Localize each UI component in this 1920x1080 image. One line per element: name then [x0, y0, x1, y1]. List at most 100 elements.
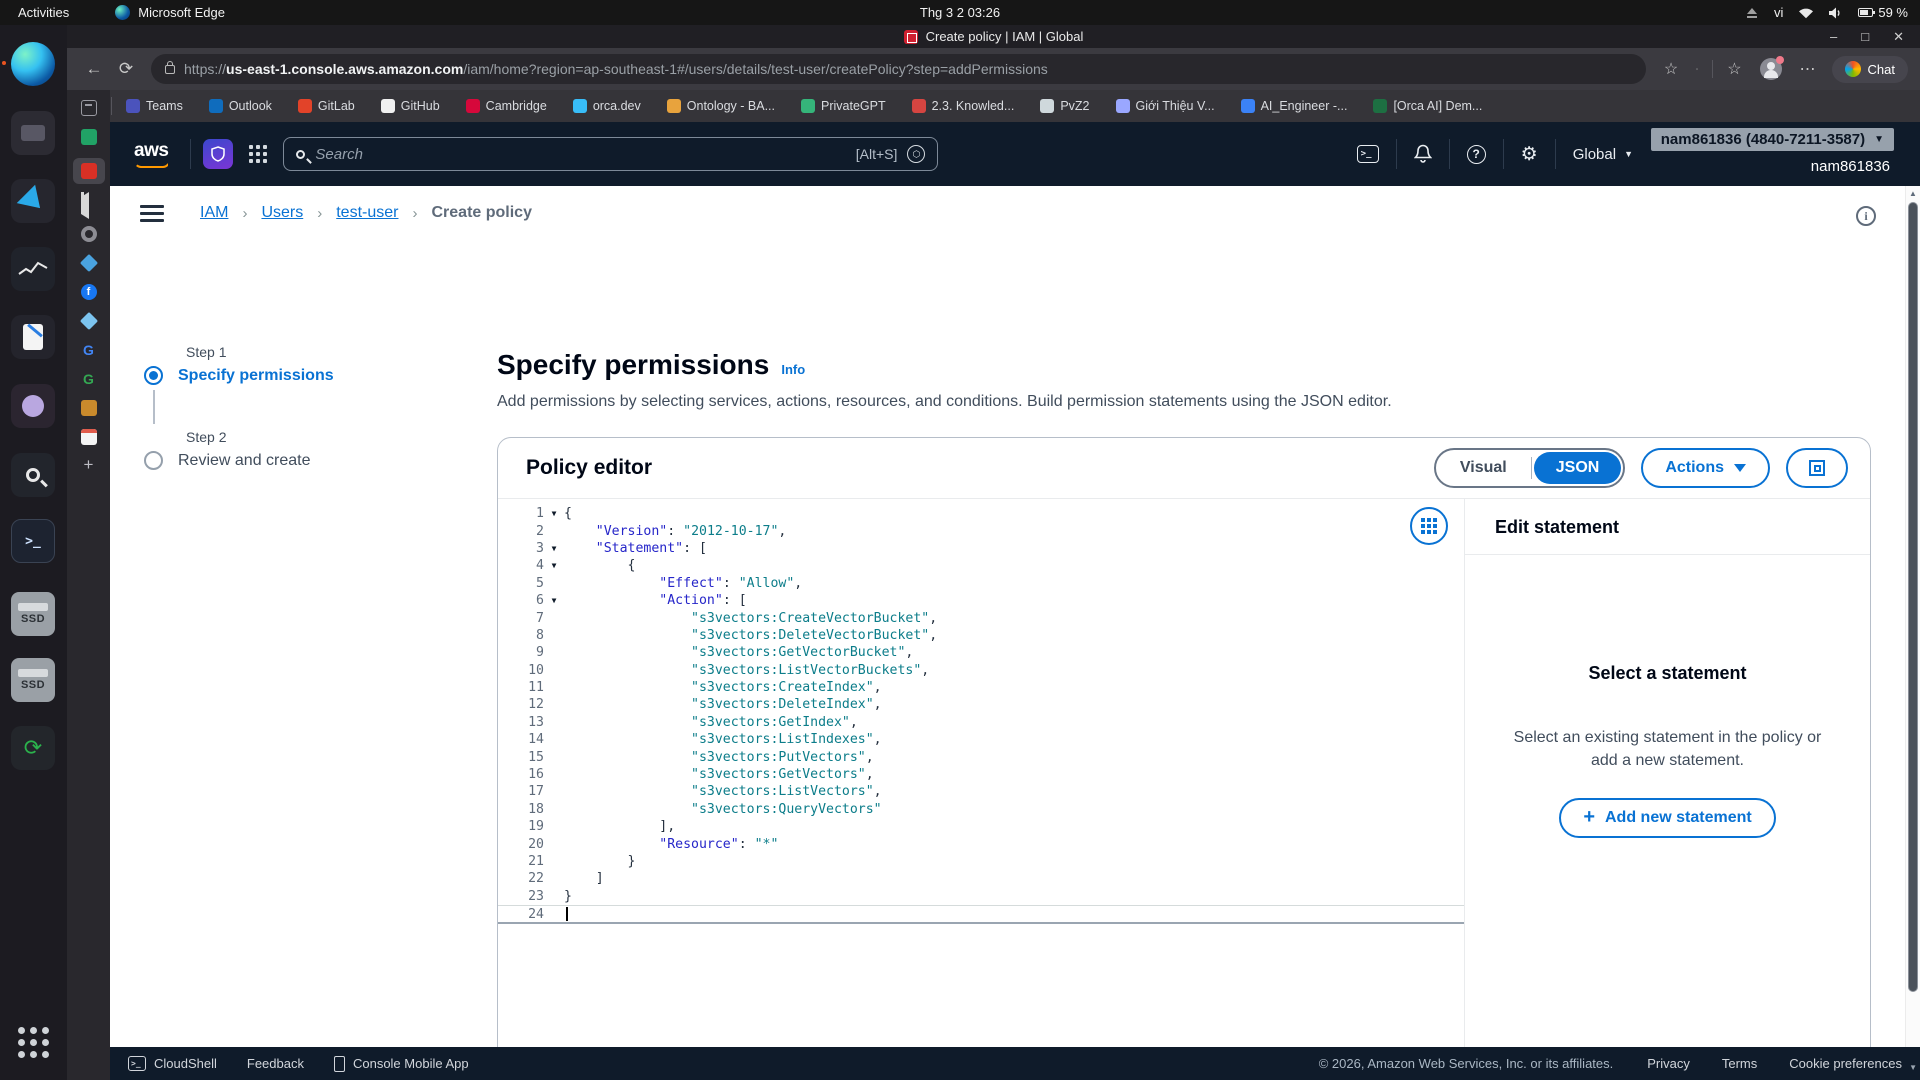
bookmark-item[interactable]: GitLab — [297, 99, 355, 113]
sidebar-toggle-icon[interactable] — [140, 204, 164, 222]
profile-avatar[interactable] — [1759, 56, 1784, 80]
scroll-down-arrow[interactable]: ▼ — [1909, 1063, 1917, 1072]
dock-software-updater-icon[interactable]: ⟳ — [11, 726, 55, 770]
json-policy-editor[interactable]: 1 ▼{2 "Version": "2012-10-17", 3 ▼ "Stateme… — [498, 499, 1464, 1076]
page-scrollbar[interactable]: ▲ — [1905, 186, 1920, 1047]
code-line[interactable]: 20 "Resource": "*" — [498, 835, 1464, 852]
code-line[interactable]: 14 "s3vectors:ListIndexes", — [498, 731, 1464, 748]
code-line[interactable]: 18 "s3vectors:QueryVectors" — [498, 801, 1464, 818]
iam-service-icon[interactable] — [203, 139, 234, 169]
breadcrumb-item[interactable]: test-user — [336, 204, 398, 222]
dock-ssd-drive-icon[interactable]: SSD — [11, 592, 55, 636]
info-link[interactable]: Info — [781, 362, 805, 377]
active-tab[interactable] — [72, 158, 105, 184]
tab-favicon-orca[interactable] — [79, 253, 98, 273]
account-menu[interactable]: nam861836 (4840-7211-3587) ▼ — [1650, 128, 1894, 151]
bookmark-item[interactable]: Cambridge — [465, 99, 547, 113]
code-line[interactable]: 6 ▼ "Action": [ — [498, 592, 1464, 609]
breadcrumb-item[interactable]: Users — [261, 204, 303, 222]
refresh-button[interactable]: ⟳ — [111, 59, 141, 79]
code-line[interactable]: 2 "Version": "2012-10-17", — [498, 522, 1464, 539]
code-line[interactable]: 8 "s3vectors:DeleteVectorBucket", — [498, 627, 1464, 644]
code-line[interactable]: 12 "s3vectors:DeleteIndex", — [498, 696, 1464, 713]
dock-search-tool-icon[interactable] — [11, 453, 55, 497]
cloudshell-header-icon[interactable]: >_ — [1340, 145, 1396, 163]
cookie-preferences-link[interactable]: Cookie preferences — [1789, 1056, 1902, 1071]
bookmark-item[interactable]: Ontology - BA... — [666, 99, 775, 113]
bookmark-item[interactable]: AI_Engineer -... — [1240, 99, 1347, 113]
tab-favicon-calendar[interactable] — [80, 429, 97, 445]
code-line[interactable]: 4 ▼ { — [498, 557, 1464, 574]
console-mobile-app-button[interactable]: Console Mobile App — [333, 1055, 469, 1072]
visual-toggle[interactable]: Visual — [1436, 459, 1531, 477]
new-tab-button[interactable]: + — [81, 456, 97, 474]
code-line[interactable]: 23} — [498, 888, 1464, 905]
bookmark-item[interactable]: 2.3. Knowled... — [911, 99, 1014, 113]
tab-favicon-google2[interactable]: G — [81, 371, 97, 387]
terms-link[interactable]: Terms — [1722, 1056, 1757, 1071]
add-new-statement-button[interactable]: + Add new statement — [1559, 798, 1776, 839]
step-1-item[interactable]: Specify permissions — [144, 366, 444, 385]
fold-toggle-icon[interactable]: ▼ — [544, 596, 564, 605]
dock-files-icon[interactable] — [11, 111, 55, 155]
dock-terminal-icon[interactable]: >_ — [11, 519, 55, 563]
show-applications-button[interactable] — [11, 1020, 55, 1064]
code-line[interactable]: 10 "s3vectors:ListVectorBuckets", — [498, 662, 1464, 679]
fold-toggle-icon[interactable]: ▼ — [544, 509, 564, 518]
focused-app-indicator[interactable]: Microsoft Edge — [115, 5, 225, 20]
dock-vscode-icon[interactable] — [11, 179, 55, 223]
dock-ssd-drive-icon[interactable]: SSD — [11, 658, 55, 702]
fold-toggle-icon[interactable]: ▼ — [544, 544, 564, 553]
settings-gear-icon[interactable]: ⚙ — [1504, 143, 1555, 166]
code-line[interactable]: 13 "s3vectors:GetIndex", — [498, 714, 1464, 731]
code-line[interactable]: 3 ▼ "Statement": [ — [498, 540, 1464, 557]
bookmark-item[interactable]: PrivateGPT — [801, 99, 886, 113]
close-button[interactable]: ✕ — [1893, 29, 1904, 45]
copilot-chat-button[interactable]: Chat — [1831, 55, 1908, 83]
tab-favicon-facebook[interactable]: f — [80, 284, 97, 300]
tab-favicon-loading[interactable] — [80, 226, 97, 242]
code-line[interactable]: 24 — [498, 904, 1464, 922]
notifications-bell-icon[interactable] — [1397, 144, 1449, 164]
bookmark-item[interactable]: Teams — [126, 99, 183, 113]
help-icon[interactable]: ? — [1450, 144, 1503, 164]
services-menu-icon[interactable] — [249, 145, 268, 163]
bookmark-item[interactable]: Giới Thiệu V... — [1115, 99, 1215, 113]
maximize-button[interactable]: □ — [1861, 29, 1869, 45]
battery-indicator[interactable]: 59 % — [1858, 5, 1908, 20]
tab-favicon-orca2[interactable] — [79, 311, 98, 331]
tab-audio-icon[interactable] — [80, 192, 97, 219]
code-line[interactable]: 21 } — [498, 853, 1464, 870]
privacy-link[interactable]: Privacy — [1647, 1056, 1690, 1071]
console-search-input[interactable]: Search [Alt+S] ⬡ — [283, 137, 939, 171]
code-line[interactable]: 5 "Effect": "Allow", — [498, 575, 1464, 592]
code-line[interactable]: 22 ] — [498, 870, 1464, 887]
scrollbar-thumb[interactable] — [1908, 202, 1918, 992]
code-line[interactable]: 16 "s3vectors:GetVectors", — [498, 766, 1464, 783]
dock-edge-icon[interactable] — [11, 42, 55, 86]
favorites-bar-icon[interactable]: ☆ — [1719, 59, 1749, 79]
clock[interactable]: Thg 3 2 03:26 — [920, 5, 1000, 20]
region-selector[interactable]: Global ▼ — [1556, 146, 1650, 163]
bookmark-item[interactable]: PvZ2 — [1040, 99, 1090, 113]
code-line[interactable]: 11 "s3vectors:CreateIndex", — [498, 679, 1464, 696]
more-menu-icon[interactable]: ⋯ — [1792, 59, 1824, 79]
actions-button[interactable]: Actions — [1641, 448, 1770, 488]
step-2-item[interactable]: Review and create — [144, 451, 444, 470]
minimize-button[interactable]: – — [1830, 29, 1837, 45]
address-bar[interactable]: https://us-east-1.console.aws.amazon.com… — [151, 54, 1646, 84]
breadcrumb-item[interactable]: IAM — [200, 204, 228, 222]
code-line[interactable]: 7 "s3vectors:CreateVectorBucket", — [498, 609, 1464, 626]
code-line[interactable]: 17 "s3vectors:ListVectors", — [498, 783, 1464, 800]
json-toggle[interactable]: JSON — [1533, 452, 1622, 484]
tab-favicon-google[interactable]: G — [81, 342, 97, 358]
bookmark-item[interactable]: [Orca AI] Dem... — [1373, 99, 1482, 113]
tab-actions-icon[interactable] — [80, 100, 97, 116]
code-line[interactable]: 15 "s3vectors:PutVectors", — [498, 748, 1464, 765]
bookmark-item[interactable]: orca.dev — [572, 99, 641, 113]
aws-logo[interactable]: aws — [124, 140, 178, 168]
bookmark-item[interactable]: Outlook — [208, 99, 272, 113]
cloudshell-footer-button[interactable]: >_ CloudShell — [128, 1056, 217, 1071]
scroll-up-arrow[interactable]: ▲ — [1906, 189, 1920, 198]
tab-favicon-package[interactable] — [80, 400, 97, 416]
